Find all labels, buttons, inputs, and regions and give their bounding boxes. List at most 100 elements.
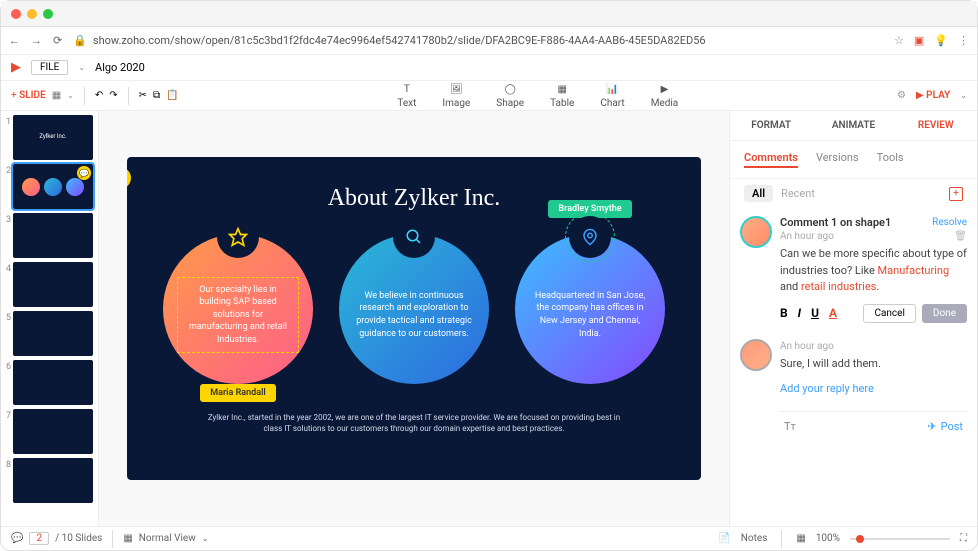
insert-table-button[interactable]: ▦Table bbox=[550, 83, 574, 109]
file-menu[interactable]: FILE bbox=[31, 60, 68, 75]
document-title[interactable]: Algo 2020 bbox=[95, 61, 145, 74]
comment-1: Comment 1 on shape1 Resolve An hour ago … bbox=[740, 208, 967, 331]
insert-text-button[interactable]: TText bbox=[397, 83, 416, 109]
browser-menu-icon[interactable]: ⋮ bbox=[958, 34, 969, 47]
circle-shape-3[interactable]: Bradley Smythe Headquartered in San Jose… bbox=[515, 234, 665, 384]
comment-text[interactable]: Can we be more specific about type of in… bbox=[780, 246, 967, 296]
app-menubar: ▶ FILE ⌄ Algo 2020 bbox=[1, 55, 977, 81]
extension-icon[interactable]: ▣ bbox=[914, 34, 924, 47]
play-dropdown-icon[interactable]: ⌄ bbox=[960, 91, 967, 100]
commenter-tag-1[interactable]: Maria Randall bbox=[200, 384, 276, 402]
insert-media-button[interactable]: ▶Media bbox=[651, 83, 679, 109]
slide-thumbnails: 1Zylker Inc. 2💬 3 4 5 6 7 8 bbox=[1, 111, 99, 526]
comments-toggle-icon[interactable]: 💬 bbox=[11, 533, 23, 544]
insert-shape-button[interactable]: ◯Shape bbox=[496, 83, 524, 109]
back-icon[interactable]: ← bbox=[9, 34, 20, 47]
insert-chart-button[interactable]: 📊Chart bbox=[600, 83, 624, 109]
close-window-button[interactable] bbox=[11, 9, 21, 19]
total-slides: / 10 Slides bbox=[55, 533, 102, 544]
location-icon[interactable] bbox=[569, 216, 611, 258]
fullscreen-icon[interactable]: ⛶ bbox=[960, 533, 967, 544]
thumbnail-5[interactable] bbox=[13, 311, 93, 356]
done-button[interactable]: Done bbox=[922, 304, 967, 323]
circle-shape-2[interactable]: We believe in continuous research and ex… bbox=[339, 234, 489, 384]
lock-icon: 🔒 bbox=[73, 34, 87, 47]
zoom-slider[interactable] bbox=[850, 538, 950, 540]
circle-text-3[interactable]: Headquartered in San Jose, the company h… bbox=[529, 290, 651, 340]
search-icon[interactable] bbox=[393, 216, 435, 258]
avatar bbox=[740, 339, 772, 371]
comment-badge-icon: 💬 bbox=[77, 166, 91, 180]
reload-icon[interactable]: ⟳ bbox=[53, 34, 62, 47]
forward-icon[interactable]: → bbox=[31, 34, 42, 47]
notes-icon[interactable]: 📄 bbox=[718, 533, 730, 544]
star-icon[interactable]: ☆ bbox=[894, 34, 904, 47]
thumbnail-2[interactable]: 💬 bbox=[13, 164, 93, 209]
text-color-button[interactable]: A bbox=[829, 306, 837, 320]
comment-time: An hour ago bbox=[780, 341, 834, 352]
thumbnail-4[interactable] bbox=[13, 262, 93, 307]
text-format-icon[interactable]: Tᴛ bbox=[784, 420, 796, 433]
zoom-handle[interactable] bbox=[856, 535, 864, 543]
italic-button[interactable]: I bbox=[798, 306, 801, 320]
minimize-window-button[interactable] bbox=[27, 9, 37, 19]
star-icon[interactable] bbox=[217, 216, 259, 258]
underline-button[interactable]: U bbox=[811, 306, 819, 320]
cancel-button[interactable]: Cancel bbox=[863, 304, 915, 323]
thumbnail-3[interactable] bbox=[13, 213, 93, 258]
circle-shape-1[interactable]: Our specialty lies in building SAP based… bbox=[163, 234, 313, 384]
subtab-versions[interactable]: Versions bbox=[816, 151, 859, 168]
reply-input[interactable]: Add your reply here bbox=[780, 372, 967, 405]
settings-icon[interactable]: ⚙ bbox=[897, 90, 906, 101]
app-logo-icon[interactable]: ▶ bbox=[11, 60, 21, 75]
cut-icon[interactable]: ✂ bbox=[139, 90, 147, 101]
url-text: show.zoho.com/show/open/81c5c3bd1f2fdc4e… bbox=[93, 34, 706, 47]
toolbar: + SLIDE ▦ ⌄ ↶ ↷ ✂ ⧉ 📋 TText 🖼Image ◯Shap… bbox=[1, 81, 977, 111]
notes-label[interactable]: Notes bbox=[741, 533, 768, 544]
slide-footer-text[interactable]: Zylker Inc., started in the year 2002, w… bbox=[127, 412, 701, 434]
thumbnail-1[interactable]: Zylker Inc. bbox=[13, 115, 93, 160]
dropdown-icon[interactable]: ⌄ bbox=[67, 91, 74, 100]
file-dropdown-icon[interactable]: ⌄ bbox=[78, 63, 85, 72]
play-button[interactable]: ▶ PLAY bbox=[916, 90, 950, 101]
current-slide-number[interactable]: 2 bbox=[29, 532, 49, 545]
filter-recent[interactable]: Recent bbox=[781, 187, 815, 200]
copy-icon[interactable]: ⧉ bbox=[153, 90, 160, 101]
zoom-level[interactable]: 100% bbox=[816, 533, 840, 544]
extension-icon-2[interactable]: 💡 bbox=[934, 34, 948, 47]
layout-icon[interactable]: ▦ bbox=[52, 90, 61, 101]
view-dropdown-icon[interactable]: ⌄ bbox=[202, 534, 209, 543]
zoom-grid-icon[interactable]: ▦ bbox=[796, 533, 805, 544]
thumbnail-8[interactable] bbox=[13, 458, 93, 503]
bold-button[interactable]: B bbox=[780, 306, 788, 320]
circle-text-1[interactable]: Our specialty lies in building SAP based… bbox=[177, 277, 299, 354]
filter-all[interactable]: All bbox=[744, 185, 773, 202]
view-mode-label[interactable]: Normal View bbox=[139, 533, 196, 544]
tab-format[interactable]: FORMAT bbox=[730, 111, 812, 140]
subtab-tools[interactable]: Tools bbox=[877, 151, 904, 168]
insert-image-button[interactable]: 🖼Image bbox=[442, 83, 470, 109]
undo-icon[interactable]: ↶ bbox=[95, 90, 103, 101]
url-field[interactable]: 🔒 show.zoho.com/show/open/81c5c3bd1f2fdc… bbox=[73, 34, 883, 47]
thumbnail-6[interactable] bbox=[13, 360, 93, 405]
add-slide-button[interactable]: + SLIDE bbox=[11, 90, 46, 101]
maximize-window-button[interactable] bbox=[43, 9, 53, 19]
comment-text: Sure, I will add them. bbox=[780, 356, 967, 373]
thumbnail-7[interactable] bbox=[13, 409, 93, 454]
redo-icon[interactable]: ↷ bbox=[109, 90, 117, 101]
comment-time: An hour ago bbox=[780, 231, 834, 242]
resolve-button[interactable]: Resolve bbox=[932, 217, 967, 228]
delete-comment-icon[interactable]: 🗑 bbox=[954, 231, 967, 242]
post-button[interactable]: ✈Post bbox=[927, 420, 963, 433]
add-comment-button[interactable]: + bbox=[949, 187, 963, 201]
paste-icon[interactable]: 📋 bbox=[166, 90, 178, 101]
view-mode-icon[interactable]: ▦ bbox=[123, 533, 132, 544]
tab-animate[interactable]: ANIMATE bbox=[812, 111, 894, 140]
right-panel: FORMAT ANIMATE REVIEW Comments Versions … bbox=[729, 111, 977, 526]
circle-text-2[interactable]: We believe in continuous research and ex… bbox=[353, 290, 475, 340]
comment-title: Comment 1 on shape1 bbox=[780, 216, 891, 229]
avatar bbox=[740, 216, 772, 248]
subtab-comments[interactable]: Comments bbox=[744, 151, 798, 168]
tab-review[interactable]: REVIEW bbox=[895, 111, 977, 140]
slide-canvas[interactable]: 💬 About Zylker Inc. Our specialty lies i… bbox=[99, 111, 729, 526]
